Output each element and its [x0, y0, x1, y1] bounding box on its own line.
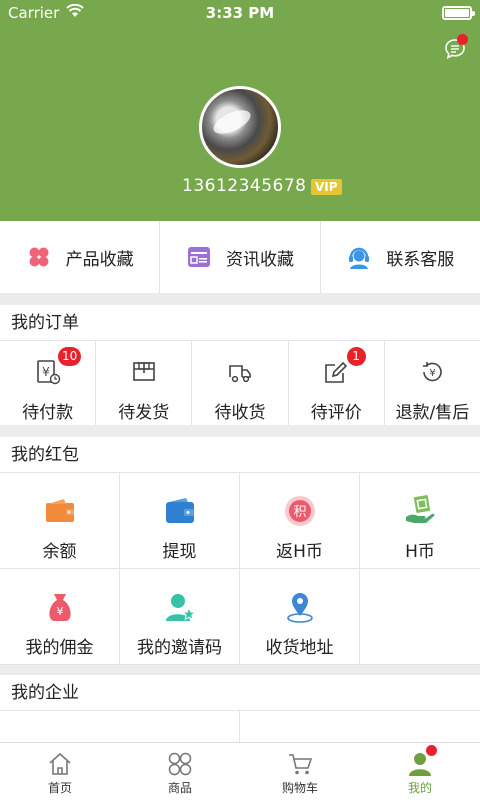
commission-button[interactable]: ¥ 我的佣金 — [0, 569, 120, 665]
hcoin-button[interactable]: H币 — [360, 473, 480, 569]
cart-icon — [287, 751, 313, 777]
orders-row: ¥ 10 待付款 待发货 待收货 1 待评价 ¥ 退款/售后 — [0, 341, 480, 425]
order-refund-aftersale-label: 退款/售后 — [395, 403, 470, 423]
order-pending-payment-label: 待付款 — [22, 403, 74, 423]
shipping-address-button[interactable]: 收货地址 — [240, 569, 360, 665]
message-dot — [457, 34, 468, 45]
news-card-icon — [186, 244, 212, 270]
balance-label: 余额 — [42, 542, 77, 562]
red-packets-grid: 余额 提现 积 返H币 H币 ¥ 我的佣金 我的邀请码 收货地址 — [0, 473, 480, 665]
svg-text:¥: ¥ — [430, 368, 436, 379]
svg-text:¥: ¥ — [42, 365, 50, 379]
commission-label: 我的佣金 — [25, 638, 94, 658]
red-packets-section-title: 我的红包 — [0, 437, 480, 473]
status-time: 3:33 PM — [205, 4, 275, 22]
message-icon[interactable] — [444, 34, 468, 60]
svg-text:积: 积 — [293, 505, 306, 520]
customer-service-label: 联系客服 — [386, 249, 455, 270]
tab-cart[interactable]: 购物车 — [240, 743, 360, 800]
order-pending-shipment[interactable]: 待发货 — [96, 341, 193, 425]
tab-products-label: 商品 — [167, 781, 192, 795]
withdraw-button[interactable]: 提现 — [120, 473, 240, 569]
svg-text:¥: ¥ — [57, 605, 64, 618]
news-favorites-label: 资讯收藏 — [225, 249, 294, 270]
tab-products[interactable]: 商品 — [120, 743, 240, 800]
status-bar: Carrier 3:33 PM — [0, 0, 480, 26]
invite-code-label: 我的邀请码 — [137, 638, 222, 658]
shipping-address-label: 收货地址 — [265, 638, 334, 658]
tab-cart-label: 购物车 — [281, 781, 318, 795]
tab-home-label: 首页 — [47, 781, 72, 795]
invite-code-button[interactable]: 我的邀请码 — [120, 569, 240, 665]
order-refund-aftersale[interactable]: ¥ 退款/售后 — [385, 341, 480, 425]
tab-bar: 首页 商品 购物车 我的 — [0, 742, 480, 800]
user-phone: 13612345678 — [182, 176, 307, 196]
home-icon — [47, 751, 73, 777]
pending-review-badge: 1 — [346, 347, 366, 366]
edit-icon — [323, 359, 349, 385]
empty-cell — [360, 569, 480, 665]
tab-mine-label: 我的 — [407, 781, 432, 795]
headset-icon — [346, 244, 372, 270]
refund-icon: ¥ — [419, 359, 445, 385]
news-favorites-button[interactable]: 资讯收藏 — [160, 221, 321, 293]
return-hcoin-button[interactable]: 积 返H币 — [240, 473, 360, 569]
grid-icon — [167, 751, 193, 777]
tab-mine-dot — [426, 745, 437, 756]
hcoin-label: H币 — [405, 542, 435, 562]
return-hcoin-label: 返H币 — [276, 542, 323, 562]
coin-hand-icon — [404, 495, 436, 527]
battery-icon — [442, 6, 475, 20]
truck-icon — [227, 359, 253, 385]
order-pending-review[interactable]: 1 待评价 — [289, 341, 385, 425]
customer-service-button[interactable]: 联系客服 — [321, 221, 480, 293]
order-pending-receipt-label: 待收货 — [214, 403, 266, 423]
favorites-row: 产品收藏 资讯收藏 联系客服 — [0, 221, 480, 293]
avatar[interactable] — [199, 86, 281, 168]
payment-pending-icon: ¥ — [35, 359, 61, 385]
withdraw-label: 提现 — [162, 542, 197, 562]
order-pending-review-label: 待评价 — [310, 403, 362, 423]
order-pending-shipment-label: 待发货 — [118, 403, 170, 423]
balance-button[interactable]: 余额 — [0, 473, 120, 569]
enterprise-section-title: 我的企业 — [0, 675, 480, 711]
box-icon — [131, 359, 157, 385]
user-star-icon — [164, 591, 197, 623]
tab-mine[interactable]: 我的 — [360, 743, 480, 800]
vip-badge: VIP — [311, 179, 342, 195]
wallet-icon — [44, 495, 76, 527]
tab-home[interactable]: 首页 — [0, 743, 120, 800]
profile-header: Carrier 3:33 PM 13612345678 VIP — [0, 0, 480, 221]
withdraw-icon — [164, 495, 196, 527]
product-favorites-button[interactable]: 产品收藏 — [0, 221, 161, 293]
pending-payment-badge: 10 — [58, 347, 82, 366]
clover-icon — [26, 244, 52, 270]
orders-section-title: 我的订单 — [0, 305, 480, 341]
product-favorites-label: 产品收藏 — [65, 249, 134, 270]
money-bag-icon: ¥ — [44, 591, 76, 623]
points-icon: 积 — [284, 495, 316, 527]
location-icon — [284, 591, 316, 623]
order-pending-receipt[interactable]: 待收货 — [192, 341, 289, 425]
order-pending-payment[interactable]: ¥ 10 待付款 — [0, 341, 97, 425]
